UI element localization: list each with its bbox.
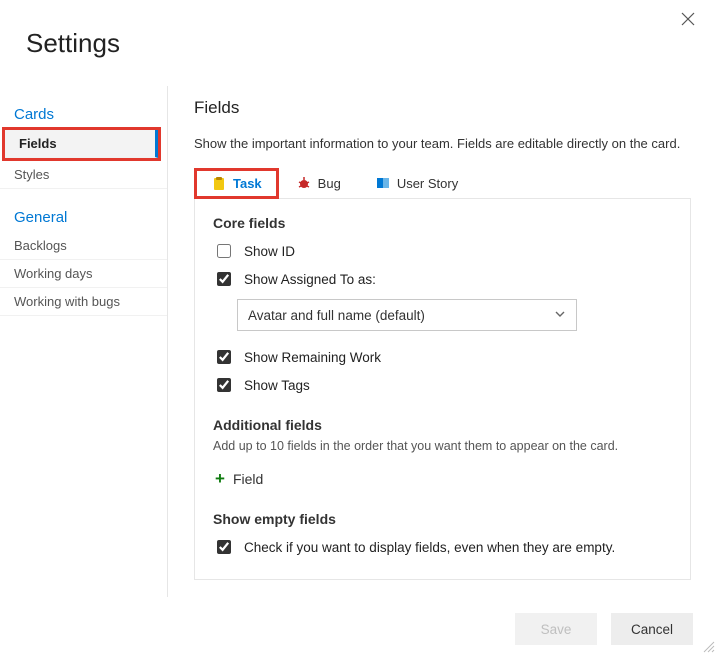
show-remaining-checkbox[interactable] (217, 350, 231, 364)
tab-label: Task (233, 176, 262, 191)
show-remaining-label: Show Remaining Work (244, 350, 381, 365)
add-field-label: Field (233, 471, 263, 487)
sidebar-item-fields[interactable]: Fields (5, 130, 158, 158)
bug-icon (296, 175, 312, 191)
core-fields-title: Core fields (213, 215, 672, 231)
cancel-button[interactable]: Cancel (611, 613, 693, 645)
show-id-row[interactable]: Show ID (213, 237, 672, 265)
sidebar-item-backlogs[interactable]: Backlogs (0, 232, 167, 260)
sidebar-item-label: Working with bugs (14, 294, 120, 309)
book-icon (375, 175, 391, 191)
sidebar-item-working-with-bugs[interactable]: Working with bugs (0, 288, 167, 316)
tabs: Task Bug User Story (194, 167, 691, 199)
sidebar-item-label: Backlogs (14, 238, 67, 253)
show-empty-checkbox[interactable] (217, 540, 231, 554)
content-heading: Fields (194, 98, 691, 118)
empty-fields-title: Show empty fields (213, 511, 672, 527)
assigned-to-select[interactable]: Avatar and full name (default) (237, 299, 577, 331)
task-icon (211, 176, 227, 192)
plus-icon: + (215, 469, 225, 489)
show-empty-label: Check if you want to display fields, eve… (244, 540, 615, 555)
tab-label: Bug (318, 176, 341, 191)
close-icon[interactable] (681, 12, 699, 30)
sidebar: Cards Fields Styles General Backlogs Wor… (0, 86, 168, 597)
panel: Core fields Show ID Show Assigned To as:… (194, 199, 691, 580)
show-empty-row[interactable]: Check if you want to display fields, eve… (213, 533, 672, 561)
chevron-down-icon (554, 308, 566, 323)
additional-fields-title: Additional fields (213, 417, 672, 433)
sidebar-item-label: Fields (19, 136, 57, 151)
show-remaining-row[interactable]: Show Remaining Work (213, 343, 672, 371)
page-title: Settings (26, 28, 120, 59)
sidebar-item-styles[interactable]: Styles (0, 161, 167, 189)
content-hint: Show the important information to your t… (194, 136, 691, 151)
sidebar-group-cards: Cards (0, 100, 167, 129)
show-tags-row[interactable]: Show Tags (213, 371, 672, 399)
show-id-label: Show ID (244, 244, 295, 259)
show-id-checkbox[interactable] (217, 244, 231, 258)
sidebar-item-working-days[interactable]: Working days (0, 260, 167, 288)
tab-task[interactable]: Task (194, 168, 279, 199)
save-button[interactable]: Save (515, 613, 597, 645)
show-assigned-label: Show Assigned To as: (244, 272, 376, 287)
show-assigned-checkbox[interactable] (217, 272, 231, 286)
show-assigned-row[interactable]: Show Assigned To as: (213, 265, 672, 293)
sidebar-item-label: Working days (14, 266, 93, 281)
tab-bug[interactable]: Bug (279, 167, 358, 198)
add-field-button[interactable]: + Field (215, 465, 273, 493)
tab-user-story[interactable]: User Story (358, 167, 475, 198)
tab-label: User Story (397, 176, 458, 191)
footer: Save Cancel (515, 613, 693, 645)
main-content: Fields Show the important information to… (168, 86, 717, 597)
show-tags-checkbox[interactable] (217, 378, 231, 392)
additional-fields-hint: Add up to 10 fields in the order that yo… (213, 439, 672, 453)
sidebar-item-label: Styles (14, 167, 49, 182)
sidebar-group-general: General (0, 203, 167, 232)
resize-grip-icon[interactable] (701, 639, 715, 653)
show-tags-label: Show Tags (244, 378, 310, 393)
select-value: Avatar and full name (default) (248, 308, 425, 323)
